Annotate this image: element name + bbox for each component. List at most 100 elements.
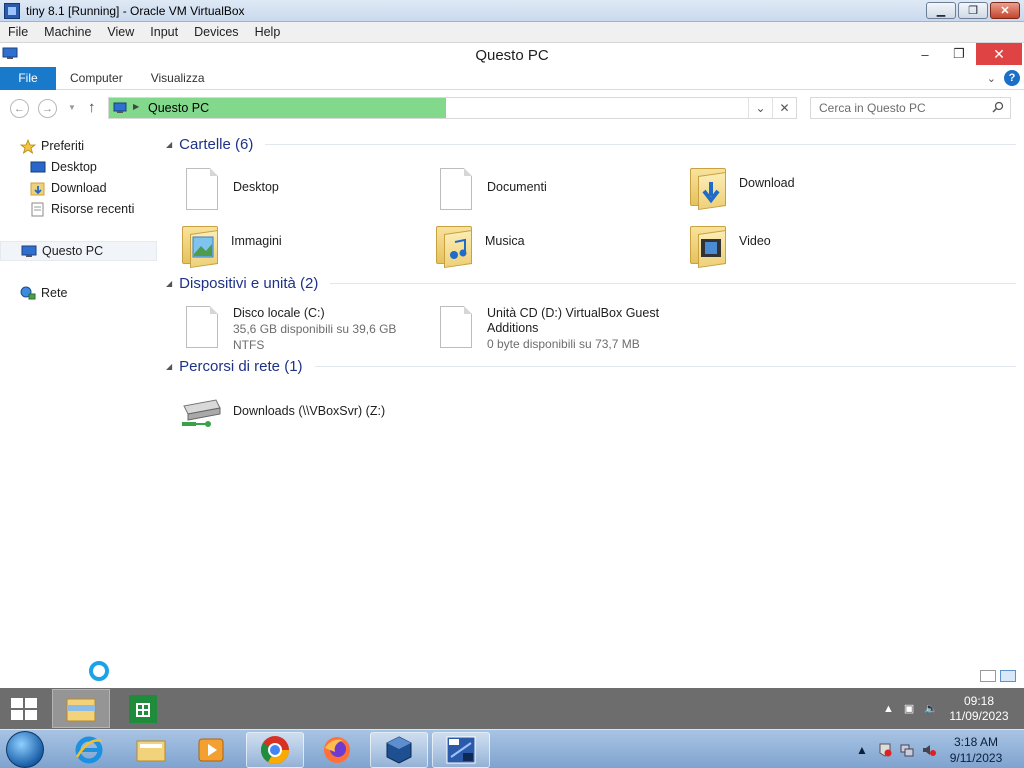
blank-file-icon xyxy=(436,306,476,350)
host-clock[interactable]: 3:18 AM 9/11/2023 xyxy=(944,734,1008,766)
group-header-folders[interactable]: ◢ Cartelle (6) xyxy=(166,136,1016,153)
search-input[interactable] xyxy=(811,98,981,118)
breadcrumb-questo-pc[interactable]: Questo PC xyxy=(148,101,209,115)
search-box xyxy=(810,97,1011,119)
download-folder-icon xyxy=(30,182,45,195)
internet-explorer-icon xyxy=(75,736,103,764)
tab-file[interactable]: File xyxy=(0,66,56,90)
action-center-warning-icon[interactable] xyxy=(878,743,892,757)
volume-muted-icon[interactable] xyxy=(922,743,936,757)
virtualbox-icon xyxy=(386,736,412,764)
menu-help[interactable]: Help xyxy=(247,25,289,39)
tab-visualizza[interactable]: Visualizza xyxy=(137,71,219,85)
explorer-window-controls: – ❐ ✕ xyxy=(908,43,1022,65)
taskbar-firefox[interactable] xyxy=(308,732,366,768)
folder-documenti[interactable]: Documenti xyxy=(436,168,547,212)
windows-orb-start-icon[interactable] xyxy=(6,731,44,768)
taskbar-virtualbox[interactable] xyxy=(370,732,428,768)
menu-file[interactable]: File xyxy=(0,25,36,39)
download-folder-icon xyxy=(688,164,728,210)
collapse-icon[interactable]: ◢ xyxy=(166,362,172,371)
breadcrumb-separator-icon[interactable]: ▶ xyxy=(133,102,139,111)
menu-view[interactable]: View xyxy=(99,25,142,39)
group-header-network-locations[interactable]: ◢ Percorsi di rete (1) xyxy=(166,358,1016,375)
help-icon[interactable]: ? xyxy=(1004,70,1020,86)
music-folder-icon xyxy=(434,222,474,268)
sidebar-item-network[interactable]: Rete xyxy=(20,283,67,303)
guest-clock[interactable]: 09:18 11/09/2023 xyxy=(948,694,1010,724)
network-status-icon[interactable]: ▣ xyxy=(904,702,914,715)
taskbar-store[interactable] xyxy=(114,689,172,728)
desktop-icon xyxy=(30,161,46,172)
blank-file-icon xyxy=(182,168,222,212)
guest-tray: ▲ ▣ 🔈 09:18 11/09/2023 xyxy=(883,688,1010,729)
recent-places-icon xyxy=(31,202,44,216)
ribbon-tabs: File Computer Visualizza ⌄ ? xyxy=(0,66,1024,90)
explorer-close-button[interactable]: ✕ xyxy=(976,43,1022,65)
collapse-icon[interactable]: ◢ xyxy=(166,140,172,149)
taskbar-media-player[interactable] xyxy=(182,732,240,768)
menu-machine[interactable]: Machine xyxy=(36,25,99,39)
volume-icon[interactable]: 🔈 xyxy=(924,702,938,715)
forward-button[interactable]: → xyxy=(38,99,57,118)
folder-musica[interactable]: Musica xyxy=(434,222,525,268)
view-toggle xyxy=(980,670,1016,682)
show-hidden-icons-icon[interactable]: ▲ xyxy=(856,743,870,757)
collapse-icon[interactable]: ◢ xyxy=(166,279,172,288)
sidebar-item-recent[interactable]: Risorse recenti xyxy=(30,199,134,219)
network-drive-z[interactable]: Downloads (\\VBoxSvr) (Z:) xyxy=(178,392,385,436)
windows-8-vm-icon xyxy=(446,736,476,764)
taskbar-chrome[interactable] xyxy=(246,732,304,768)
close-button[interactable]: ✕ xyxy=(990,2,1020,19)
folder-immagini[interactable]: Immagini xyxy=(180,222,282,268)
menu-devices[interactable]: Devices xyxy=(186,25,246,39)
search-icon[interactable] xyxy=(992,101,1004,113)
sidebar-item-download[interactable]: Download xyxy=(30,178,107,198)
drive-local-c[interactable]: Disco locale (C:) 35,6 GB disponibili su… xyxy=(182,306,396,353)
host-window-controls: ▁ ❐ ✕ xyxy=(926,2,1020,19)
explorer-restore-button[interactable]: ❐ xyxy=(942,43,976,65)
folder-desktop[interactable]: Desktop xyxy=(182,168,279,212)
folder-download[interactable]: Download xyxy=(688,164,795,210)
recent-locations-icon[interactable]: ▼ xyxy=(68,103,76,112)
details-view-icon[interactable] xyxy=(980,670,996,682)
taskbar-file-explorer[interactable] xyxy=(52,689,110,728)
folder-video[interactable]: Video xyxy=(688,222,771,268)
sidebar-item-label: Questo PC xyxy=(42,244,104,258)
show-hidden-icons-icon[interactable]: ▲ xyxy=(883,703,894,715)
sidebar-item-label: Download xyxy=(51,181,107,195)
minimize-button[interactable]: ▁ xyxy=(926,2,956,19)
sidebar-item-questo-pc[interactable]: Questo PC xyxy=(0,241,157,261)
explorer-title-bar: Questo PC – ❐ ✕ xyxy=(0,43,1024,67)
content-pane: ◢ Cartelle (6) Desktop Documenti Downloa… xyxy=(160,126,1024,686)
stop-refresh-icon[interactable]: ✕ xyxy=(772,98,796,118)
tab-computer[interactable]: Computer xyxy=(56,71,137,85)
address-dropdown-icon[interactable]: ⌄ xyxy=(748,98,772,118)
menu-input[interactable]: Input xyxy=(142,25,186,39)
group-header-devices[interactable]: ◢ Dispositivi e unità (2) xyxy=(166,275,1016,292)
network-icon[interactable] xyxy=(900,743,914,757)
address-bar[interactable]: ▶ Questo PC ⌄ ✕ xyxy=(108,97,797,119)
large-icons-view-icon[interactable] xyxy=(1000,670,1016,682)
expand-ribbon-icon[interactable]: ⌄ xyxy=(987,72,996,85)
up-button[interactable]: ↑ xyxy=(88,99,96,116)
busy-cursor-icon xyxy=(89,661,109,681)
taskbar-tiny-8-1-vm[interactable] xyxy=(432,732,490,768)
sidebar-item-favorites[interactable]: Preferiti xyxy=(20,136,84,156)
computer-icon xyxy=(2,47,18,59)
explorer-minimize-button[interactable]: – xyxy=(908,43,942,65)
restore-button[interactable]: ❐ xyxy=(958,2,988,19)
blank-file-icon xyxy=(182,306,222,350)
sidebar-item-label: Rete xyxy=(41,286,68,300)
explorer-title: Questo PC xyxy=(475,46,549,64)
star-icon xyxy=(20,138,36,154)
navigation-pane: Preferiti Desktop Download Risorse recen… xyxy=(0,126,160,686)
host-tray: ▲ 3:18 AM 9/11/2023 xyxy=(856,730,1008,768)
windows-start-icon[interactable] xyxy=(10,697,38,721)
back-button[interactable]: ← xyxy=(10,99,29,118)
sidebar-item-desktop[interactable]: Desktop xyxy=(30,157,97,177)
taskbar-windows-explorer[interactable] xyxy=(122,732,180,768)
network-icon xyxy=(20,286,36,299)
drive-cd-d[interactable]: Unità CD (D:) VirtualBox Guest Additions… xyxy=(436,306,659,352)
taskbar-internet-explorer[interactable] xyxy=(60,732,118,768)
